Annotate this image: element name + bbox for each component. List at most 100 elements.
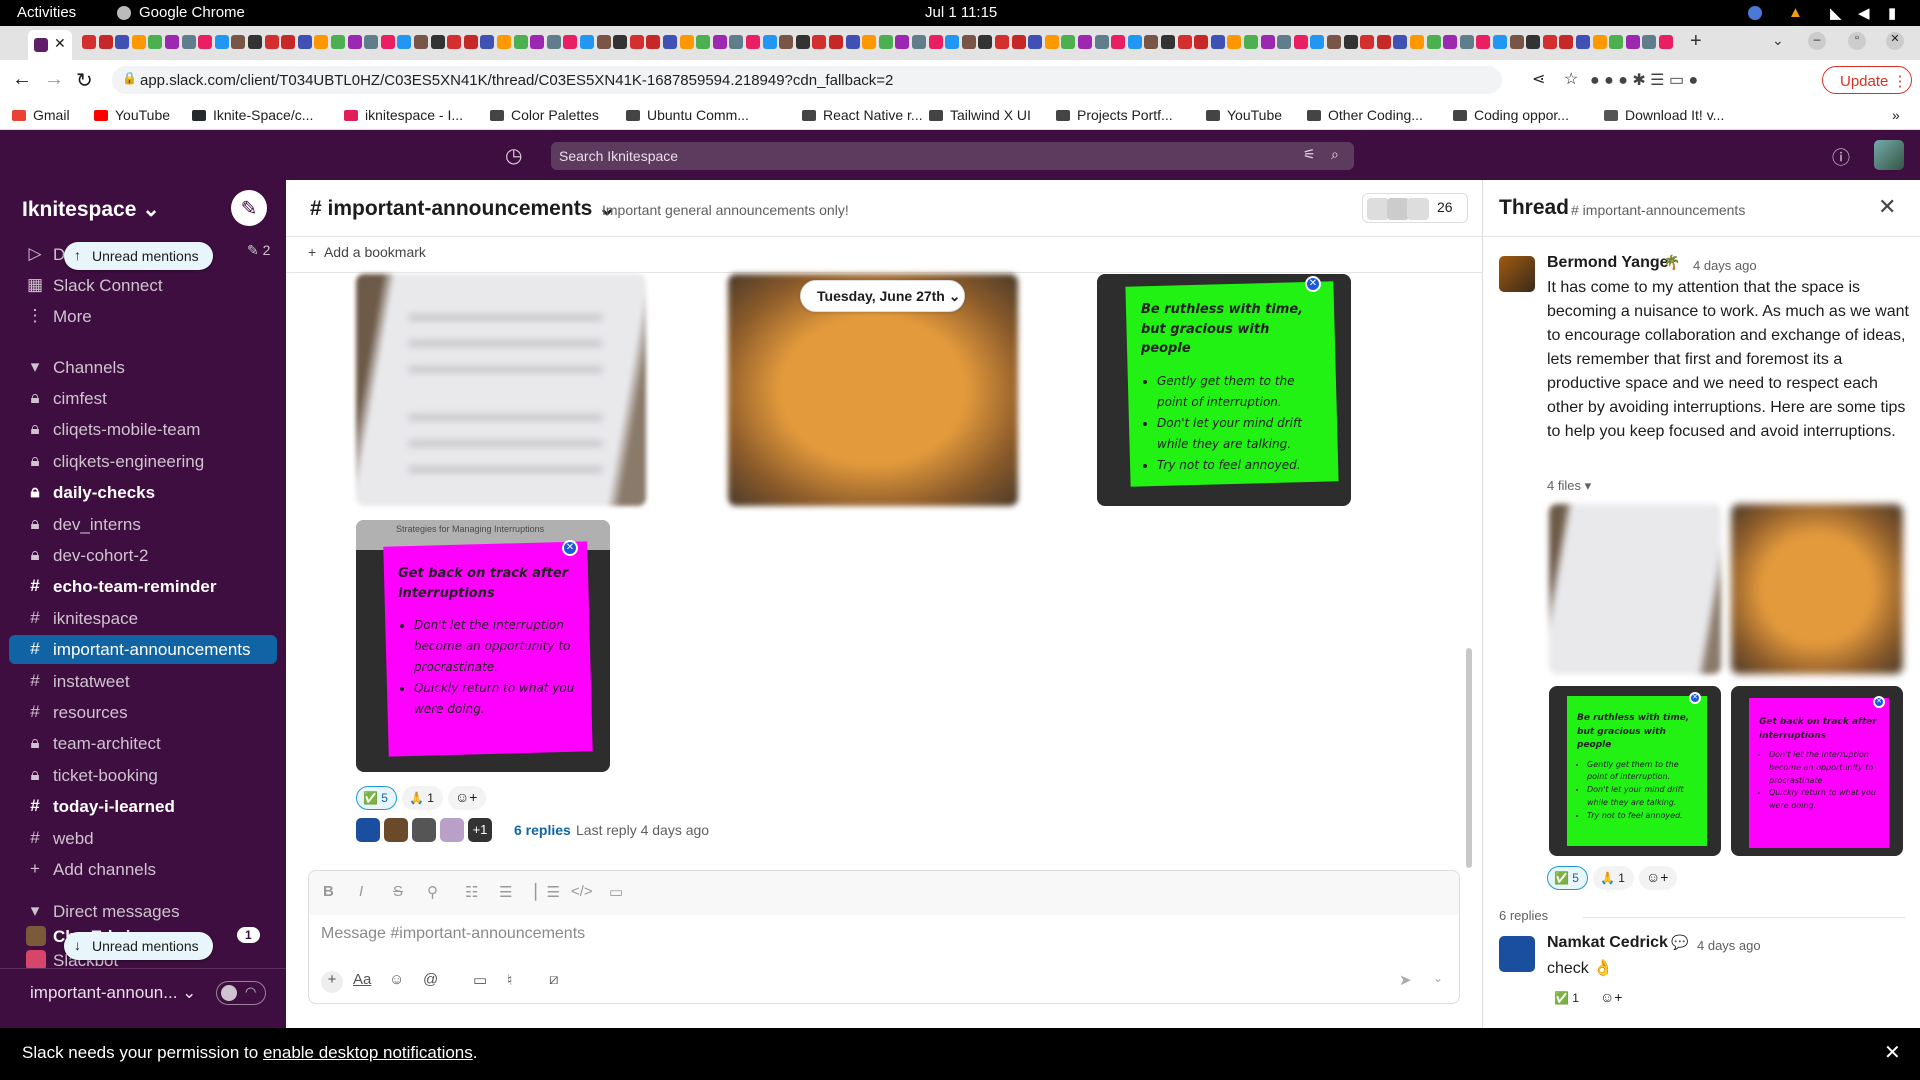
tab-favicon-icon[interactable] bbox=[995, 35, 1009, 49]
attachment-image-blurred[interactable] bbox=[356, 274, 646, 506]
replier-avatar[interactable] bbox=[356, 818, 380, 842]
tab-favicon-icon[interactable] bbox=[1293, 35, 1308, 49]
sidebar-item[interactable]: ▦ Slack Connect bbox=[9, 271, 277, 300]
ordered-list-icon[interactable]: ☷ bbox=[465, 883, 478, 901]
tab-favicon-icon[interactable] bbox=[1459, 35, 1474, 49]
tab-favicon-icon[interactable] bbox=[314, 35, 329, 49]
tab-favicon-icon[interactable] bbox=[878, 35, 893, 49]
new-tab-icon[interactable]: + bbox=[1690, 30, 1702, 53]
tab-favicon-icon[interactable] bbox=[1426, 35, 1441, 49]
warning-icon[interactable]: ▲ bbox=[1788, 4, 1803, 21]
message-input[interactable]: Message #important-announcements bbox=[321, 925, 585, 943]
tab-favicon-icon[interactable] bbox=[1161, 35, 1175, 49]
tab-favicon-icon[interactable] bbox=[1609, 35, 1624, 49]
tab-favicon-icon[interactable] bbox=[497, 35, 511, 49]
tab-favicon-icon[interactable] bbox=[430, 35, 445, 49]
sidebar-channel[interactable]: 🔒︎ dev-cohort-2 bbox=[9, 541, 277, 570]
thread-file-blurred[interactable] bbox=[1549, 504, 1721, 674]
tab-favicon-icon[interactable] bbox=[1028, 35, 1043, 49]
tab-favicon-icon[interactable] bbox=[480, 35, 495, 49]
tab-favicon-icon[interactable] bbox=[414, 35, 428, 49]
tab-favicon-icon[interactable] bbox=[812, 35, 827, 49]
activities-button[interactable]: Activities bbox=[17, 4, 76, 21]
search-input[interactable]: Search Iknitespace ⚟ ⌕ bbox=[551, 142, 1354, 170]
back-icon[interactable]: ← bbox=[12, 68, 32, 91]
add-reaction-icon[interactable]: ☺+ bbox=[448, 786, 487, 810]
sidebar-channel[interactable]: 🔒︎ team-architect bbox=[9, 729, 277, 758]
reaction-check[interactable]: ✅ 5 bbox=[356, 786, 397, 810]
tab-favicon-icon[interactable] bbox=[1493, 35, 1507, 49]
channel-title[interactable]: # important-announcements ⌄ bbox=[310, 196, 616, 221]
bookmark-item[interactable]: Coding oppor... bbox=[1453, 107, 1569, 123]
history-icon[interactable]: ◷ bbox=[505, 143, 522, 168]
sidebar-channel[interactable]: # instatweet bbox=[9, 667, 277, 696]
tab-favicon-icon[interactable] bbox=[596, 35, 611, 49]
bookmark-item[interactable]: Other Coding... bbox=[1307, 107, 1423, 123]
video-icon[interactable]: ▭ bbox=[473, 971, 487, 989]
tab-favicon-icon[interactable] bbox=[1194, 35, 1209, 49]
sidebar-item[interactable]: ⋮ More bbox=[9, 302, 277, 331]
tab-favicon-icon[interactable] bbox=[895, 35, 910, 49]
close-window-icon[interactable]: ✕ bbox=[1886, 32, 1904, 50]
tab-favicon-icon[interactable] bbox=[198, 35, 213, 49]
channel-topic[interactable]: Important general announcements only! bbox=[602, 202, 849, 218]
tab-favicon-icon[interactable] bbox=[1011, 35, 1026, 49]
tab-favicon-icon[interactable] bbox=[214, 35, 229, 49]
tab-favicon-icon[interactable] bbox=[779, 35, 794, 49]
tab-favicon-icon[interactable] bbox=[845, 35, 860, 49]
tab-favicon-icon[interactable] bbox=[364, 35, 379, 49]
url-field[interactable]: 🔒 app.slack.com/client/T034UBTL0HZ/C03ES… bbox=[112, 66, 1578, 94]
tab-favicon-icon[interactable] bbox=[928, 35, 943, 49]
bookmark-item[interactable]: Download It! v... bbox=[1604, 107, 1724, 123]
tab-favicon-icon[interactable] bbox=[613, 35, 628, 49]
tab-favicon-icon[interactable] bbox=[447, 35, 462, 49]
more-bookmarks-icon[interactable]: » bbox=[1892, 107, 1900, 123]
tab-favicon-icon[interactable] bbox=[1111, 35, 1126, 49]
sidebar-channel[interactable]: 🔒︎ cliqkets-engineering bbox=[9, 447, 277, 476]
tab-favicon-icon[interactable] bbox=[1078, 35, 1092, 49]
thread-channel[interactable]: # important-announcements bbox=[1571, 202, 1745, 218]
tab-favicon-icon[interactable] bbox=[1360, 35, 1375, 49]
tab-favicon-icon[interactable] bbox=[646, 35, 661, 49]
format-toggle-icon[interactable]: Aa bbox=[353, 971, 371, 988]
tab-favicon-icon[interactable] bbox=[1509, 35, 1524, 49]
thread-reaction-check[interactable]: ✅ 5 bbox=[1547, 866, 1588, 890]
tab-favicon-icon[interactable] bbox=[1559, 35, 1574, 49]
tab-favicon-icon[interactable] bbox=[978, 35, 993, 49]
tab-favicon-icon[interactable] bbox=[1227, 35, 1242, 49]
tab-favicon-icon[interactable] bbox=[1476, 35, 1491, 49]
tab-favicon-icon[interactable] bbox=[862, 35, 877, 49]
tab-favicon-icon[interactable] bbox=[679, 35, 694, 49]
tab-favicon-icon[interactable] bbox=[1526, 35, 1541, 49]
compose-icon[interactable]: ✎ bbox=[231, 190, 267, 226]
tab-favicon-icon[interactable] bbox=[1592, 35, 1607, 49]
workspace-switcher[interactable]: Iknitespace ⌄ bbox=[22, 197, 160, 222]
tab-favicon-icon[interactable] bbox=[1659, 35, 1673, 49]
attachment-image-pink-note[interactable]: Strategies for Managing Interruptions Ge… bbox=[356, 520, 610, 772]
bullet-list-icon[interactable]: ☰ bbox=[499, 883, 512, 901]
attachment-image-green-note[interactable]: Be ruthless with time, but gracious with… bbox=[1097, 274, 1351, 506]
bookmark-item[interactable]: iknitespace - I... bbox=[344, 107, 463, 123]
tab-favicon-icon[interactable] bbox=[397, 35, 412, 49]
reaction-pray[interactable]: 🙏 1 bbox=[402, 786, 443, 810]
tab-favicon-icon[interactable] bbox=[1044, 35, 1059, 49]
tab-favicon-icon[interactable] bbox=[98, 35, 113, 49]
tab-favicon-icon[interactable] bbox=[1144, 35, 1159, 49]
tab-favicon-icon[interactable] bbox=[281, 35, 296, 49]
sidebar-channel[interactable]: # echo-team-reminder bbox=[9, 572, 277, 601]
files-toggle[interactable]: 4 files ▾ bbox=[1547, 478, 1591, 494]
code-icon[interactable]: </> bbox=[571, 883, 593, 900]
close-notification-icon[interactable]: ✕ bbox=[1884, 1040, 1901, 1065]
code-block-icon[interactable]: ▭ bbox=[609, 883, 623, 901]
link-icon[interactable]: ⚲ bbox=[427, 883, 438, 901]
tab-favicon-icon[interactable] bbox=[945, 35, 960, 49]
tab-favicon-icon[interactable] bbox=[546, 35, 561, 49]
sidebar-channel[interactable]: # iknitespace bbox=[9, 604, 277, 633]
tab-favicon-icon[interactable] bbox=[746, 35, 760, 49]
bookmark-item[interactable]: Tailwind X UI bbox=[929, 107, 1031, 123]
tab-favicon-icon[interactable] bbox=[347, 35, 362, 49]
volume-icon[interactable]: ◀ bbox=[1858, 4, 1870, 22]
sidebar-channel[interactable]: 🔒︎ ticket-booking bbox=[9, 761, 277, 790]
tab-favicon-icon[interactable] bbox=[712, 35, 727, 49]
microphone-icon[interactable]: ♮ bbox=[507, 971, 512, 989]
